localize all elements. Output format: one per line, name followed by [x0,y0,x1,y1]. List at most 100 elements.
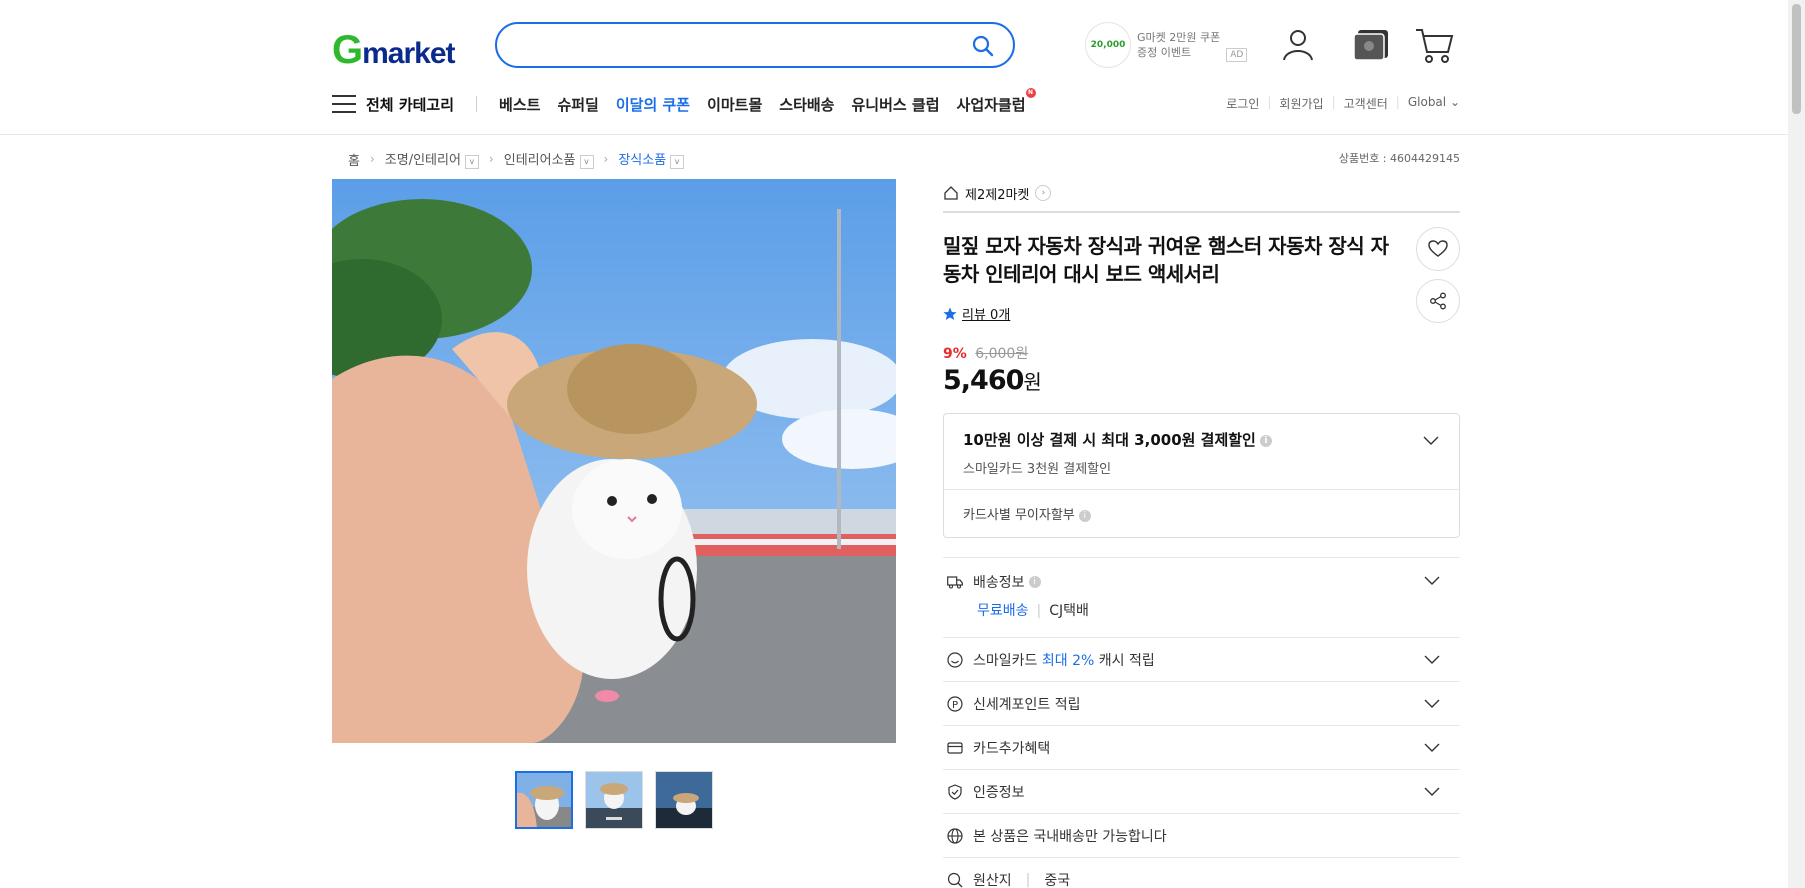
price-discount-row: 9% 6,000원 [943,343,1460,363]
logo-g: G [332,28,363,72]
breadcrumb-c2[interactable]: 인테리어소품 v [504,149,594,169]
chevron-right-icon: › [1035,185,1052,201]
home-icon [944,186,958,200]
installment-label: 카드사별 무이자할부 [963,508,1075,523]
nav-divider [476,96,478,112]
login-link[interactable]: 로그인 [1226,95,1259,112]
share-icon [1430,292,1446,310]
domestic-shipping-row: 본 상품은 국내배송만 가능합니다 [943,813,1460,857]
customer-center-link[interactable]: 고객센터 [1344,95,1388,112]
courier-name: CJ택배 [1049,603,1089,619]
breadcrumb: 홈 › 조명/인테리어 v › 인테리어소품 v › 장식소품 v [348,149,685,169]
card-benefit-row[interactable]: 카드추가혜택 [943,725,1460,769]
nav-emart-mall[interactable]: 이마트몰 [707,94,762,115]
chevron-down-icon[interactable] [1424,699,1440,709]
nav-universe-club[interactable]: 유니버스 클럽 [851,94,939,115]
card-discount-headline: 10만원 이상 결제 시 최대 3,000원 결제할인 [963,431,1256,449]
point-icon: P [947,695,963,712]
breadcrumb-c3-label: 장식소품 [618,153,667,168]
nav-all-categories[interactable]: 전체 카테고리 [366,94,454,115]
logo-text: market [362,37,455,70]
price-value: 5,460 [943,365,1024,396]
card-icon [947,740,963,756]
header-divider [0,134,1805,135]
nav-superdeal[interactable]: 슈퍼딜 [557,94,598,115]
page-scrollbar[interactable] [1788,0,1805,888]
sale-price: 5,460원 [943,365,1460,396]
nav-star-delivery[interactable]: 스타배송 [779,94,834,115]
certification-label: 인증정보 [973,784,1025,801]
shop-divider [943,211,1460,213]
global-label: Global [1407,95,1447,109]
ad-banner[interactable]: 20,000 G마켓 2만원 쿠폰 증정 이벤트 AD [1085,22,1248,68]
nav-monthly-coupon[interactable]: 이달의 쿠폰 [616,94,690,115]
original-price: 6,000원 [975,346,1029,362]
price-unit: 원 [1023,370,1041,394]
breadcrumb-c3[interactable]: 장식소품 v [618,149,685,169]
thumbnail-strip [515,771,713,829]
share-button[interactable] [1416,279,1460,323]
nav-business-club[interactable]: 사업자클럽 N [956,87,1036,115]
chevron-right-icon: › [488,152,494,166]
certification-row[interactable]: 인증정보 [943,769,1460,813]
signup-link[interactable]: 회원가입 [1279,95,1323,112]
search-icon[interactable] [971,34,995,58]
chevron-down-icon[interactable]: v [464,155,479,169]
chevron-down-icon[interactable]: v [670,155,685,169]
chevron-down-icon[interactable] [1424,576,1440,586]
utility-links: 로그인 | 회원가입 | 고객센터 | Global ⌄ [1226,95,1460,112]
shop-name: 제2제2마켓 [965,187,1030,203]
thumbnail-1[interactable] [515,771,573,829]
ad-text: G마켓 2만원 쿠폰 증정 이벤트 [1137,30,1220,60]
user-icon[interactable] [1280,26,1316,66]
product-page: Gmarket 20,000 G마켓 2만원 쿠폰 증정 이벤트 AD 전체 카… [0,0,1805,888]
wishlist-button[interactable] [1416,227,1460,271]
magnifier-icon [947,872,963,888]
chevron-right-icon: › [369,152,375,166]
breadcrumb-c2-label: 인테리어소품 [503,153,576,168]
card-discount-box: 10만원 이상 결제 시 최대 3,000원 결제할인 i 스마일카드 3천원 결… [943,413,1460,538]
ad-line-2: 증정 이벤트 [1137,46,1192,59]
discount-rate: 9% [943,346,967,362]
origin-row: 원산지 | 중국 [943,857,1460,888]
chevron-down-icon[interactable] [1424,743,1440,753]
chevron-down-icon[interactable] [1424,787,1440,797]
smilecard-suffix: 캐시 적립 [1098,652,1155,669]
shop-link[interactable]: 제2제2마켓 › [943,179,1460,207]
product-number: 상품번호 : 4604429145 [1338,152,1460,165]
smilecard-cash-row[interactable]: 스마일카드 최대 2% 캐시 적립 [943,637,1460,681]
truck-icon [947,574,963,590]
global-link[interactable]: Global ⌄ [1408,95,1460,112]
thumbnail-3[interactable] [655,771,713,829]
shinsegae-point-label: 신세계포인트 적립 [973,696,1081,713]
gmarket-logo[interactable]: Gmarket [332,28,456,73]
info-icon[interactable]: i [1078,509,1091,522]
breadcrumb-c1[interactable]: 조명/인테리어 v [385,149,479,169]
chevron-down-icon[interactable] [1423,436,1439,446]
review-link[interactable]: 리뷰 0개 [943,304,1460,323]
nav-business-club-label: 사업자클럽 [956,95,1026,114]
shipping-info-row[interactable]: 배송정보 i 무료배송 | CJ택배 [943,557,1460,637]
breadcrumb-home[interactable]: 홈 [348,150,360,169]
chevron-down-icon[interactable] [1424,655,1440,665]
card-discount-toggle[interactable]: 10만원 이상 결제 시 최대 3,000원 결제할인 i 스마일카드 3천원 결… [944,414,1459,490]
search-input[interactable] [495,22,1015,68]
recent-items-icon[interactable] [1352,26,1390,66]
nav-best[interactable]: 베스트 [499,94,540,115]
heart-icon [1428,240,1448,257]
info-icon[interactable]: i [1028,576,1041,588]
chevron-down-icon[interactable]: v [579,155,594,169]
svg-text:P: P [952,700,958,711]
review-count: 리뷰 0개 [962,308,1011,323]
smilecard-label: 스마일카드 [973,652,1038,669]
menu-icon[interactable] [332,95,356,113]
product-info: 제2제2마켓 › 밀짚 모자 자동차 장식과 귀여운 햄스터 자동차 장식 자동… [943,179,1460,888]
info-icon[interactable]: i [1259,434,1272,447]
thumbnail-2[interactable] [585,771,643,829]
cart-icon[interactable] [1414,26,1454,68]
shipping-label: 배송정보 [973,575,1025,591]
shinsegae-point-row[interactable]: P 신세계포인트 적립 [943,681,1460,725]
scrollbar-thumb[interactable] [1792,4,1801,114]
shield-icon [947,783,963,800]
product-main-image[interactable] [332,179,896,743]
